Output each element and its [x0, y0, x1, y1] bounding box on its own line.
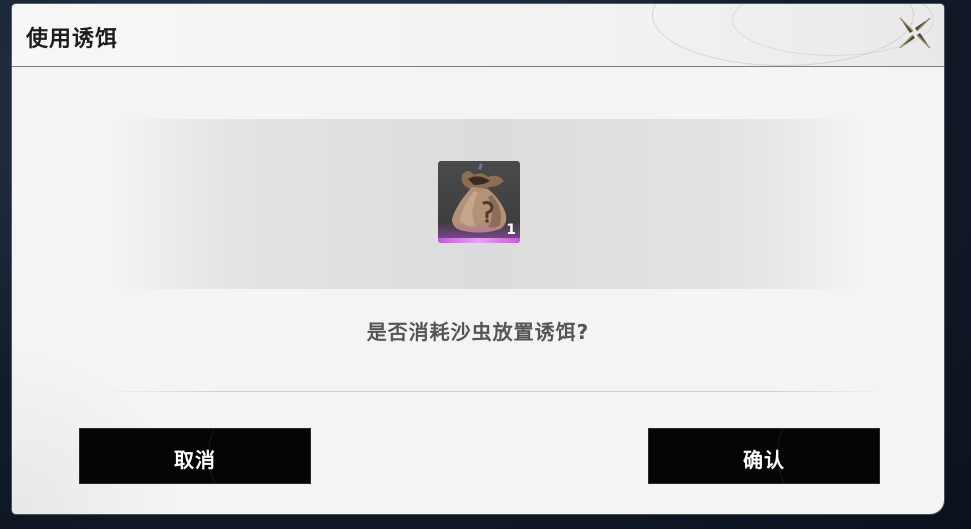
- dialog-title: 使用诱饵: [26, 27, 119, 52]
- close-icon[interactable]: [896, 14, 934, 52]
- dialog-header: 使用诱饵: [12, 4, 944, 67]
- bait-item-slot[interactable]: 1: [438, 161, 520, 243]
- use-bait-dialog: 使用诱饵 1 是否消耗沙虫放置诱饵? 取消 确认: [12, 4, 944, 514]
- confirm-question: 是否消耗沙虫放置诱饵?: [366, 320, 590, 344]
- confirm-button-label: 确认: [743, 448, 785, 472]
- divider: [102, 391, 889, 392]
- cancel-button[interactable]: 取消: [79, 428, 311, 484]
- item-count: 1: [506, 222, 516, 238]
- cancel-button-label: 取消: [174, 448, 216, 472]
- confirm-button[interactable]: 确认: [648, 428, 880, 484]
- rarity-bar: [438, 238, 520, 243]
